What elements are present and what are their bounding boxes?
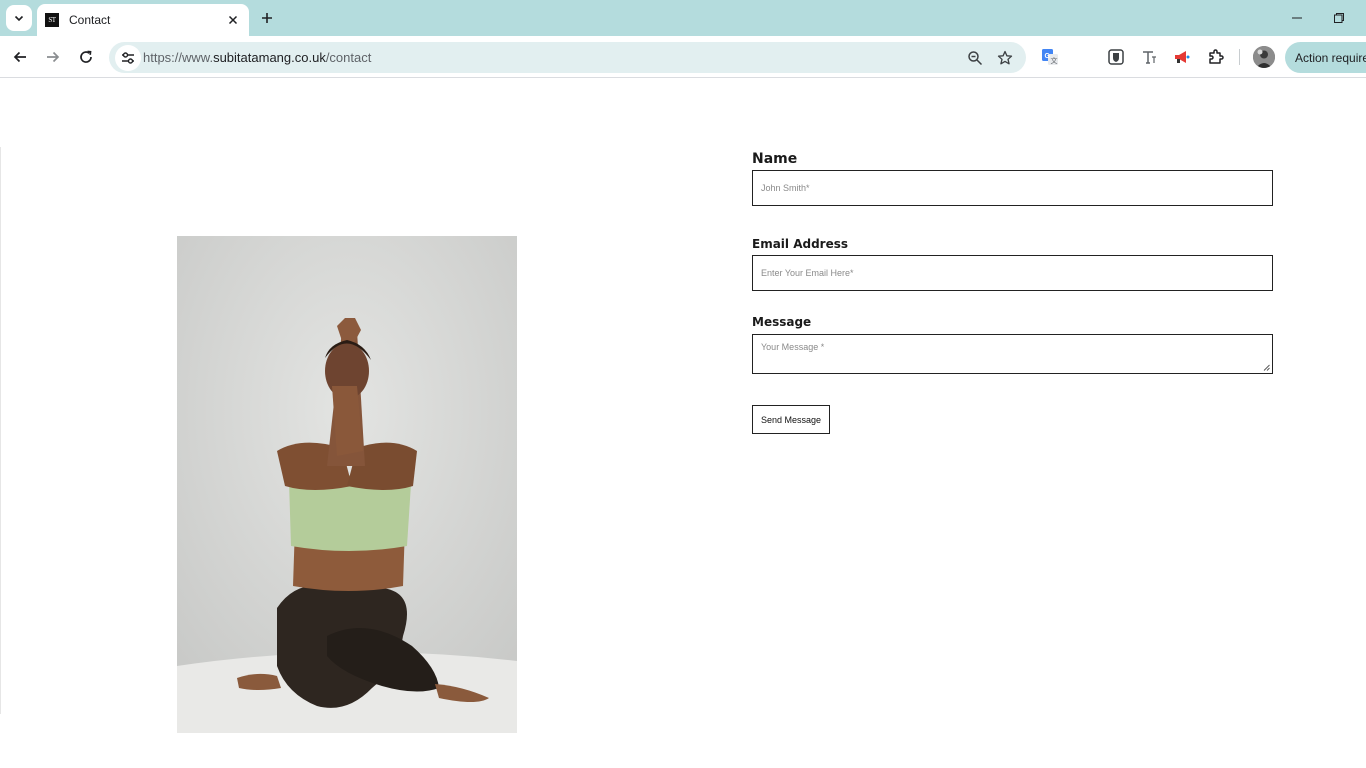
chevron-down-icon	[14, 15, 24, 22]
left-edge-rule	[0, 147, 1, 714]
zoom-icon	[968, 51, 983, 66]
text-icon	[1143, 51, 1156, 64]
url-host: subitatamang.co.uk	[213, 50, 326, 65]
reload-icon	[80, 50, 92, 63]
tune-icon	[122, 52, 134, 64]
email-label: Email Address	[752, 237, 849, 251]
google-translate-extension[interactable]: G文	[1039, 46, 1061, 68]
tab-search-button[interactable]	[6, 5, 32, 31]
translate-icon: G文	[1042, 49, 1058, 65]
url-scheme: https://www.	[143, 50, 214, 65]
back-button[interactable]	[7, 44, 33, 70]
extensions-menu-button[interactable]	[1205, 46, 1227, 68]
site-info-button[interactable]	[115, 45, 141, 71]
contact-page: Name Email Address Message Send Message	[0, 79, 1366, 768]
name-field-wrapper	[752, 170, 1273, 206]
toolbar-divider	[1239, 49, 1240, 65]
bookmark-button[interactable]	[994, 47, 1016, 69]
reload-button[interactable]	[73, 44, 99, 70]
new-tab-button[interactable]	[256, 7, 278, 29]
name-label: Name	[752, 151, 798, 167]
restore-window-button[interactable]	[1328, 8, 1350, 28]
shield-icon	[1108, 49, 1124, 65]
tab-title: Contact	[69, 13, 111, 27]
address-bar[interactable]: https://www.subitatamang.co.uk/contact	[109, 42, 1026, 73]
announcement-extension[interactable]	[1171, 46, 1193, 68]
megaphone-icon	[1175, 51, 1190, 63]
browser-tab-active[interactable]: ST Contact	[37, 4, 249, 36]
arrow-right-icon	[47, 51, 60, 63]
forward-button[interactable]	[40, 44, 66, 70]
yoga-illustration	[177, 236, 517, 733]
yoga-photo	[177, 236, 517, 733]
name-input[interactable]	[753, 171, 1272, 205]
tab-close-button[interactable]	[223, 10, 243, 30]
plus-icon	[262, 13, 272, 23]
close-icon	[228, 15, 238, 25]
star-icon	[997, 50, 1013, 65]
minimize-icon	[1292, 17, 1302, 19]
minimize-window-button[interactable]	[1286, 8, 1308, 28]
message-label: Message	[752, 315, 812, 329]
email-input[interactable]	[753, 256, 1272, 290]
url-text: https://www.subitatamang.co.uk/contact	[143, 50, 371, 65]
arrow-left-icon	[13, 51, 26, 63]
svg-text:文: 文	[1051, 56, 1058, 65]
profile-avatar[interactable]	[1253, 46, 1275, 68]
restore-icon	[1334, 13, 1344, 23]
url-path: /contact	[325, 50, 372, 65]
site-favicon: ST	[45, 13, 59, 27]
email-field-wrapper	[752, 255, 1273, 291]
tab-strip: ST Contact	[0, 0, 1366, 36]
resize-handle-icon[interactable]	[1263, 364, 1270, 371]
action-required-button[interactable]: Action required	[1285, 42, 1366, 73]
puzzle-icon	[1209, 49, 1224, 64]
browser-toolbar: https://www.subitatamang.co.uk/contact G…	[0, 36, 1366, 78]
font-extension[interactable]	[1138, 46, 1160, 68]
password-manager-extension[interactable]	[1105, 46, 1127, 68]
send-message-button[interactable]: Send Message	[752, 405, 830, 434]
zoom-button[interactable]	[964, 47, 986, 69]
message-field-wrapper	[752, 334, 1273, 374]
message-textarea[interactable]	[753, 335, 1272, 373]
avatar-icon	[1253, 46, 1275, 68]
